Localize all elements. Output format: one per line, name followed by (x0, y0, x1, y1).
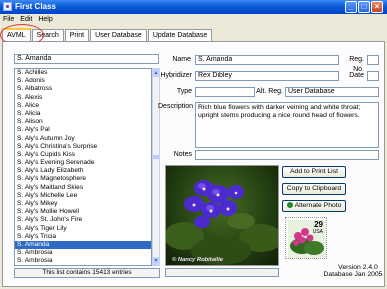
list-item[interactable]: S. Aly's Cupids Kiss (15, 151, 151, 159)
maximize-button[interactable]: □ (358, 1, 370, 13)
list-item[interactable]: S. Aly's Tricia (15, 233, 151, 241)
main-window: First Class _ □ × File Edit Help AVML Se… (0, 0, 387, 289)
list-count: This list contains 15413 entries (14, 268, 160, 278)
date-label: Date (349, 72, 364, 79)
list-item[interactable]: S. Amethyst (15, 266, 151, 267)
list-item[interactable]: S. Alison (15, 118, 151, 126)
list-item[interactable]: S. Alexis (15, 94, 151, 102)
database-date-text: Database Jan 2005 (323, 271, 383, 278)
window-title: First Class (15, 2, 56, 11)
alt-reg-label: Alt. Reg. (256, 88, 283, 95)
list-item[interactable]: S. Ambrosia (15, 249, 151, 257)
list-item[interactable]: S. Achilles (15, 69, 151, 77)
alternate-photo-button[interactable]: Alternate Photo (282, 200, 346, 212)
list-item[interactable]: S. Aly's St. John's Fire (15, 216, 151, 224)
list-item[interactable]: S. Aly's Mollie Howell (15, 208, 151, 216)
name-label: Name (172, 56, 191, 63)
list-item[interactable]: S. Aly's Christina's Surprise (15, 143, 151, 151)
scroll-up-icon[interactable]: ▲ (153, 69, 159, 77)
name-field[interactable]: S. Amanda (195, 55, 339, 65)
notes-label: Notes (173, 151, 192, 158)
search-input[interactable]: S. Amanda (14, 54, 159, 64)
notes-field[interactable] (195, 150, 379, 160)
list-item[interactable]: S. Aly's Magnetosphere (15, 175, 151, 183)
list-item[interactable]: S. Aly's Pal (15, 126, 151, 134)
flower-photo: © Nancy Robitaille (165, 165, 279, 266)
african-violet-image (166, 180, 278, 265)
list-item[interactable]: S. Aly's Evening Serenade (15, 159, 151, 167)
list-item[interactable]: S. Adonis (15, 77, 151, 85)
alt-reg-field[interactable]: User Database (285, 87, 379, 97)
description-field[interactable]: Rich blue flowers with darker veining an… (195, 102, 379, 148)
date-field[interactable] (367, 71, 379, 81)
minimize-button[interactable]: _ (345, 1, 357, 13)
list-item[interactable]: S. Amanda (15, 240, 151, 250)
close-button[interactable]: × (371, 1, 383, 13)
type-field[interactable] (195, 87, 255, 97)
list-item[interactable]: S. Alice (15, 102, 151, 110)
scroll-down-icon[interactable]: ▼ (153, 257, 159, 265)
list-item[interactable]: S. Aly's Mikey (15, 200, 151, 208)
description-label: Description (158, 103, 194, 110)
hybridizer-label: Hybridizer (160, 72, 192, 79)
stamp-country: USA (312, 229, 323, 235)
reg-no-field[interactable] (367, 55, 379, 65)
list-item[interactable]: S. Aly's Maitland Skies (15, 184, 151, 192)
scroll-thumb[interactable] (153, 155, 159, 159)
list-item[interactable]: S. Ambrosia (15, 257, 151, 265)
list-item[interactable]: S. Aly's Lady Elizabeth (15, 167, 151, 175)
photo-caption: © Nancy Robitaille (172, 257, 223, 263)
app-icon (3, 2, 12, 11)
title-bar[interactable]: First Class _ □ × (0, 0, 387, 14)
menu-file[interactable]: File (0, 14, 17, 25)
type-label: Type (176, 88, 192, 95)
variety-list[interactable]: S. Achilles S. Adonis S. Albatross S. Alexi… (14, 68, 152, 266)
copy-to-clipboard-button[interactable]: Copy to Clipboard (282, 183, 346, 195)
menu-help[interactable]: Help (35, 14, 55, 25)
postage-stamp: 29 USA (285, 217, 327, 259)
list-item[interactable]: S. Aly's Michelle Lee (15, 192, 151, 200)
list-item[interactable]: S. Alicia (15, 110, 151, 118)
list-item[interactable]: S. Albatross (15, 85, 151, 93)
list-item[interactable]: S. Aly's Autumn Joy (15, 135, 151, 143)
list-item[interactable]: S. Aly's Tiger Lily (15, 225, 151, 233)
menu-bar: File Edit Help (0, 14, 387, 25)
alternate-photo-label: Alternate Photo (294, 202, 342, 209)
add-to-print-list-button[interactable]: Add to Print List (282, 166, 346, 178)
stamp-value: 29 (314, 220, 323, 229)
photo-scrollbar[interactable] (165, 268, 279, 277)
hybridizer-field[interactable]: Rex Dibley (195, 71, 339, 81)
list-scrollbar[interactable]: ▲ ▼ (152, 68, 160, 266)
radio-icon (286, 202, 293, 208)
